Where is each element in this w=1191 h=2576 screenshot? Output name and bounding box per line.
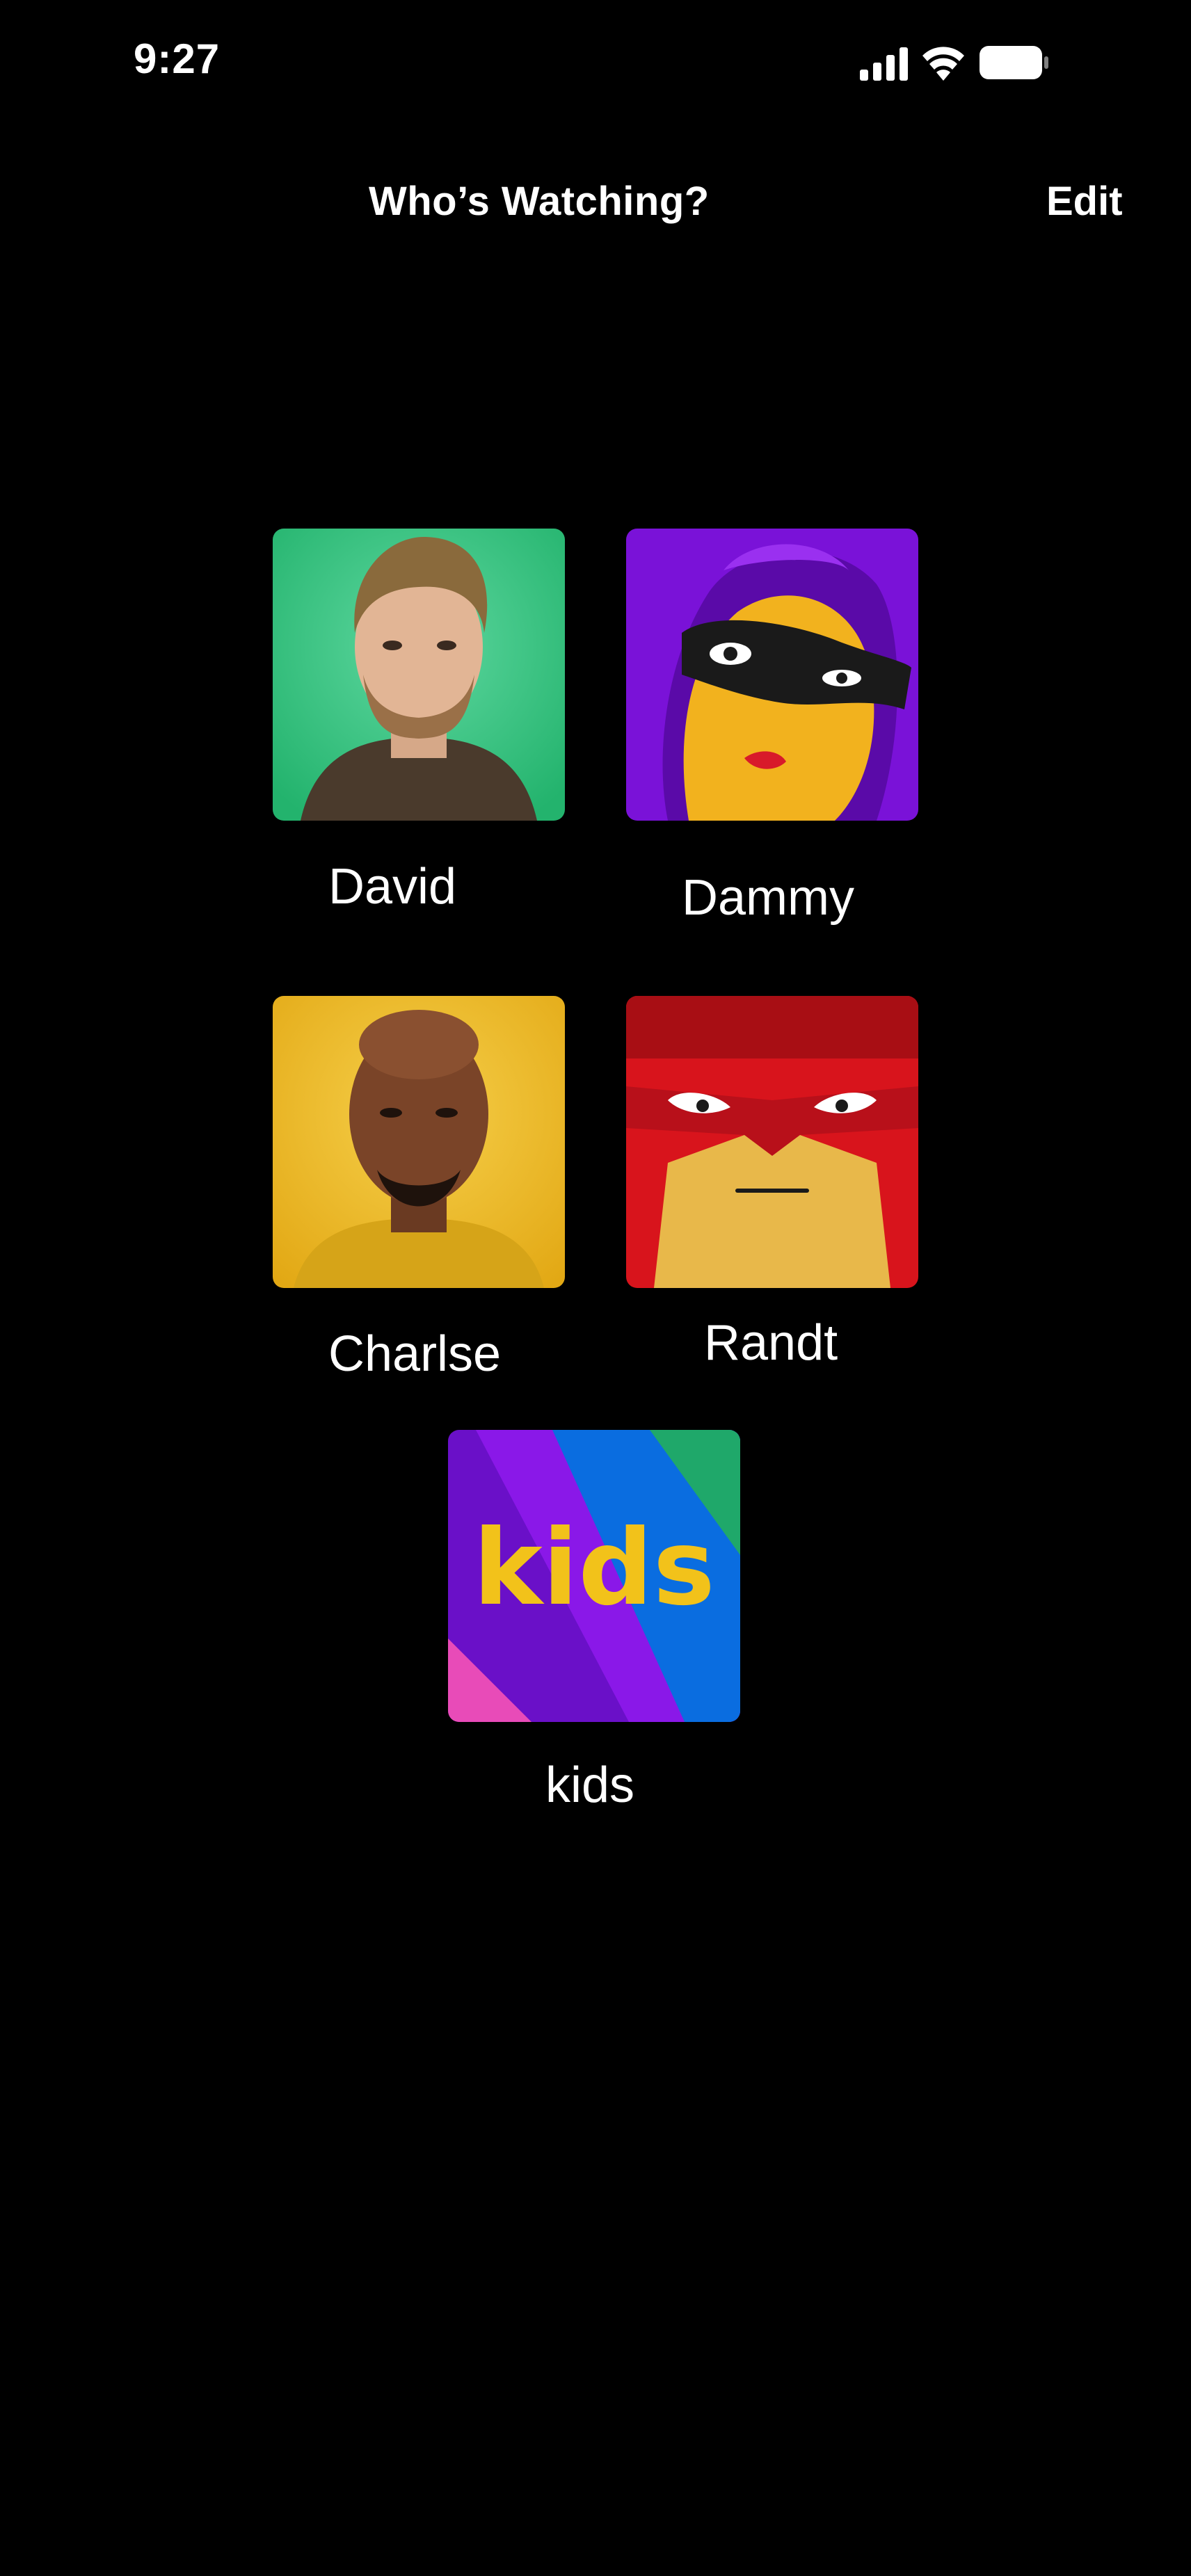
avatar[interactable]: [626, 996, 918, 1288]
profile-name: Charlse: [328, 1326, 502, 1382]
battery-icon: [980, 46, 1049, 79]
avatar[interactable]: [273, 529, 565, 821]
status-time: 9:27: [134, 35, 221, 82]
profile-name: David: [328, 859, 457, 915]
edit-button[interactable]: Edit: [1046, 178, 1123, 225]
profile-dammy[interactable]: Dammy: [626, 529, 918, 926]
profile-name: Randt: [704, 1315, 838, 1371]
profile-name: Dammy: [682, 870, 854, 926]
avatar[interactable]: [626, 529, 918, 821]
profile-randt[interactable]: Randt: [626, 996, 918, 1371]
profile-charlse[interactable]: Charlse: [273, 996, 565, 1382]
signal-icon: [860, 47, 910, 81]
profile-name: kids: [545, 1757, 635, 1813]
page-title: Who’s Watching?: [369, 179, 710, 224]
kids-logo-text: kids: [473, 1508, 715, 1629]
avatar[interactable]: [273, 996, 565, 1288]
profile-david[interactable]: David: [273, 529, 565, 915]
profile-kids[interactable]: kids kids: [448, 1430, 740, 1813]
avatar[interactable]: kids: [448, 1430, 740, 1722]
wifi-icon: [921, 43, 966, 81]
status-icons: [860, 43, 1048, 83]
